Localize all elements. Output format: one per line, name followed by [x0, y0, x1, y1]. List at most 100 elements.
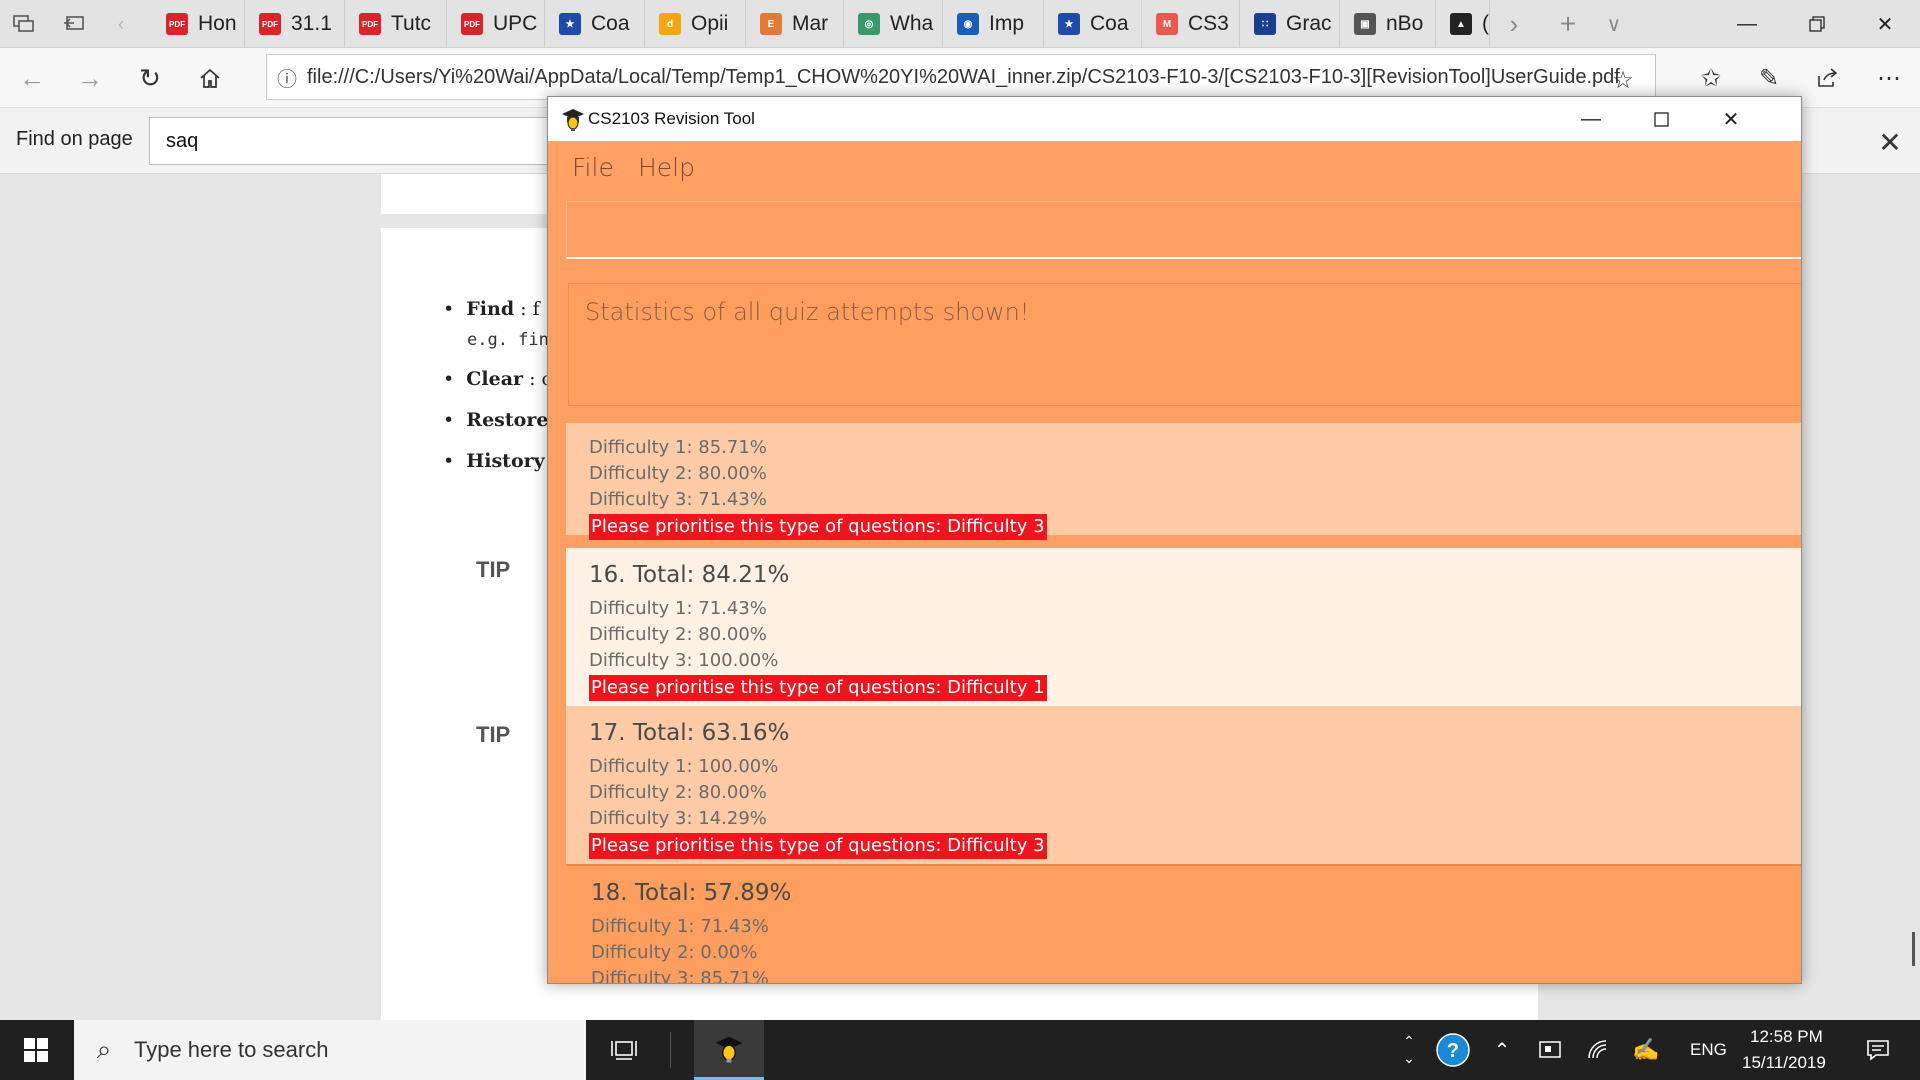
browser-tab[interactable]: E Mar [746, 0, 844, 48]
app-minimize-icon[interactable]: — [1556, 97, 1626, 141]
difficulty-2-score: Difficulty 2: 80.00% [589, 624, 767, 645]
svg-text:?: ? [1447, 1040, 1459, 1062]
browser-tab[interactable]: PDF UPC [447, 0, 545, 48]
taskbar-search-box[interactable]: ⌕ Type here to search [74, 1020, 586, 1080]
url-text: file:///C:/Users/Yi%20Wai/AppData/Local/… [307, 65, 1620, 88]
difficulty-2-score: Difficulty 2: 80.00% [589, 463, 767, 484]
browser-tab-label: Coa [1090, 12, 1129, 35]
browser-tab[interactable]: ★ Coa [545, 0, 645, 48]
browser-close-icon[interactable]: ✕ [1850, 0, 1920, 48]
taskbar-scroll-icon[interactable]: ⌃ ⌄ [1396, 1020, 1422, 1080]
browser-tab-label: Mar [792, 12, 829, 35]
browser-tab[interactable]: ★ Coa [1044, 0, 1142, 48]
forward-arrow-icon[interactable]: → [66, 54, 114, 102]
browser-tab[interactable]: ▲( [1436, 0, 1490, 48]
browser-tab[interactable]: ◉ Imp [943, 0, 1044, 48]
clock-date[interactable]: 15/11/2019 [1742, 1053, 1826, 1073]
browser-tab-label: Imp [989, 12, 1025, 35]
close-find-icon[interactable]: ✕ [1866, 118, 1914, 166]
list-item[interactable]: 16. Total: 84.21% Difficulty 1: 71.43% D… [566, 548, 1801, 706]
windows-logo-icon [24, 1038, 48, 1062]
browser-tab-label: UPC [493, 12, 538, 35]
command-input[interactable] [566, 201, 1801, 259]
new-tab-icon[interactable]: + [1544, 0, 1592, 48]
app-logo-icon [562, 109, 584, 131]
browser-restore-icon[interactable] [1782, 0, 1852, 48]
browser-tab-label: nBo [1386, 12, 1424, 35]
globe-icon: ◎ [858, 13, 880, 35]
back-arrow-icon[interactable]: ← [8, 54, 56, 102]
show-hidden-icons-icon[interactable]: ⌃ [1484, 1020, 1520, 1080]
taskbar-revision-tool-icon[interactable] [694, 1020, 764, 1080]
tab-actions-icon[interactable] [0, 0, 48, 48]
browser-tab-label: ( [1482, 12, 1489, 35]
share-icon[interactable] [1800, 54, 1854, 102]
browser-tab[interactable]: PDF Tutc [345, 0, 447, 48]
browser-tab-label: CS3 [1188, 12, 1229, 35]
clock-time[interactable]: 12:58 PM [1750, 1027, 1823, 1047]
start-button[interactable] [0, 1020, 72, 1080]
pen-notes-icon[interactable]: ✎ [1742, 54, 1796, 102]
browser-tab-label: Grac [1286, 12, 1332, 35]
browser-tab-label: Coa [591, 12, 630, 35]
info-icon[interactable]: ⓘ [267, 63, 307, 92]
help-icon[interactable]: ? [1430, 1020, 1476, 1080]
pdf-bullet-restore: • Restore [443, 409, 549, 431]
refresh-icon[interactable]: ↻ [126, 54, 174, 102]
priority-warning: Please prioritise this type of questions… [589, 514, 1047, 540]
menu-help[interactable]: Help [638, 153, 695, 182]
favorites-list-icon[interactable]: ✩ [1684, 54, 1738, 102]
list-item-selected[interactable]: 18. Total: 57.89% Difficulty 1: 71.43% D… [566, 864, 1801, 983]
priority-warning: Please prioritise this type of questions… [589, 833, 1047, 859]
find-label: Find on page [16, 128, 133, 150]
grad-cap-icon: ▲ [1450, 13, 1472, 35]
pdf-scrollbar[interactable] [1912, 932, 1915, 966]
pdf-icon: PDF [461, 13, 483, 35]
attempt-total: 16. Total: 84.21% [589, 562, 790, 588]
difficulty-1-score: Difficulty 1: 71.43% [591, 916, 769, 937]
device-icon[interactable] [1530, 1020, 1570, 1080]
find-input[interactable]: saq [149, 117, 569, 165]
browser-tab[interactable]: PDF Hon [152, 0, 245, 48]
language-indicator[interactable]: ENG [1690, 1040, 1727, 1060]
list-item[interactable]: Difficulty 1: 85.71% Difficulty 2: 80.00… [566, 423, 1801, 540]
wifi-icon[interactable] [1578, 1020, 1618, 1080]
browser-tab[interactable]: M CS3 [1142, 0, 1240, 48]
browser-tab[interactable]: ◎ Wha [844, 0, 943, 48]
noaa-icon: ◉ [957, 13, 979, 35]
result-display: Statistics of all quiz attempts shown! [568, 283, 1801, 406]
difficulty-3-score: Difficulty 3: 71.43% [589, 489, 767, 510]
address-bar[interactable]: ⓘ file:///C:/Users/Yi%20Wai/AppData/Loca… [266, 54, 1656, 100]
scroll-tabs-right-icon[interactable]: › [1490, 0, 1538, 48]
app-menu-bar: File Help [548, 141, 1801, 191]
statistics-list[interactable]: Difficulty 1: 85.71% Difficulty 2: 80.00… [566, 423, 1801, 983]
browser-tab[interactable]: ▣ nBo [1340, 0, 1436, 48]
app-close-icon[interactable]: ✕ [1696, 97, 1766, 141]
notifications-icon[interactable] [1850, 1020, 1906, 1080]
tab-preview-chevron-icon[interactable]: ∨ [1590, 0, 1638, 48]
app-title: CS2103 Revision Tool [588, 109, 755, 128]
difficulty-1-score: Difficulty 1: 85.71% [589, 437, 767, 458]
browser-tab[interactable]: ∷ Grac [1240, 0, 1340, 48]
browser-tab-label: 31.1 [291, 12, 332, 35]
browser-tab[interactable]: PDF 31.1 [245, 0, 345, 48]
pdf-bullet-find: • Find : f [443, 298, 540, 320]
home-icon[interactable] [186, 54, 234, 102]
browser-tab[interactable]: d Opii [645, 0, 746, 48]
more-menu-icon[interactable]: ⋯ [1862, 54, 1916, 102]
difficulty-3-score: Difficulty 3: 100.00% [589, 650, 779, 671]
scroll-tabs-left-icon[interactable]: ‹ [96, 0, 146, 48]
m-logo-icon: M [1156, 13, 1178, 35]
set-aside-tabs-icon[interactable] [50, 0, 98, 48]
browser-minimize-icon[interactable]: — [1712, 0, 1782, 48]
list-item[interactable]: 17. Total: 63.16% Difficulty 1: 100.00% … [566, 706, 1801, 864]
app-maximize-icon[interactable] [1626, 97, 1696, 141]
pdf-bullet-clear: • Clear : c [443, 368, 553, 390]
menu-file[interactable]: File [572, 153, 614, 182]
dots-icon: ∷ [1254, 13, 1276, 35]
pdf-bullet-history: • History [443, 450, 545, 472]
task-view-icon[interactable] [596, 1020, 652, 1080]
browser-tab-label: Wha [890, 12, 934, 35]
priority-warning: Please prioritise this type of questions… [589, 675, 1047, 701]
pen-workspace-icon[interactable]: ✍ [1626, 1020, 1666, 1080]
